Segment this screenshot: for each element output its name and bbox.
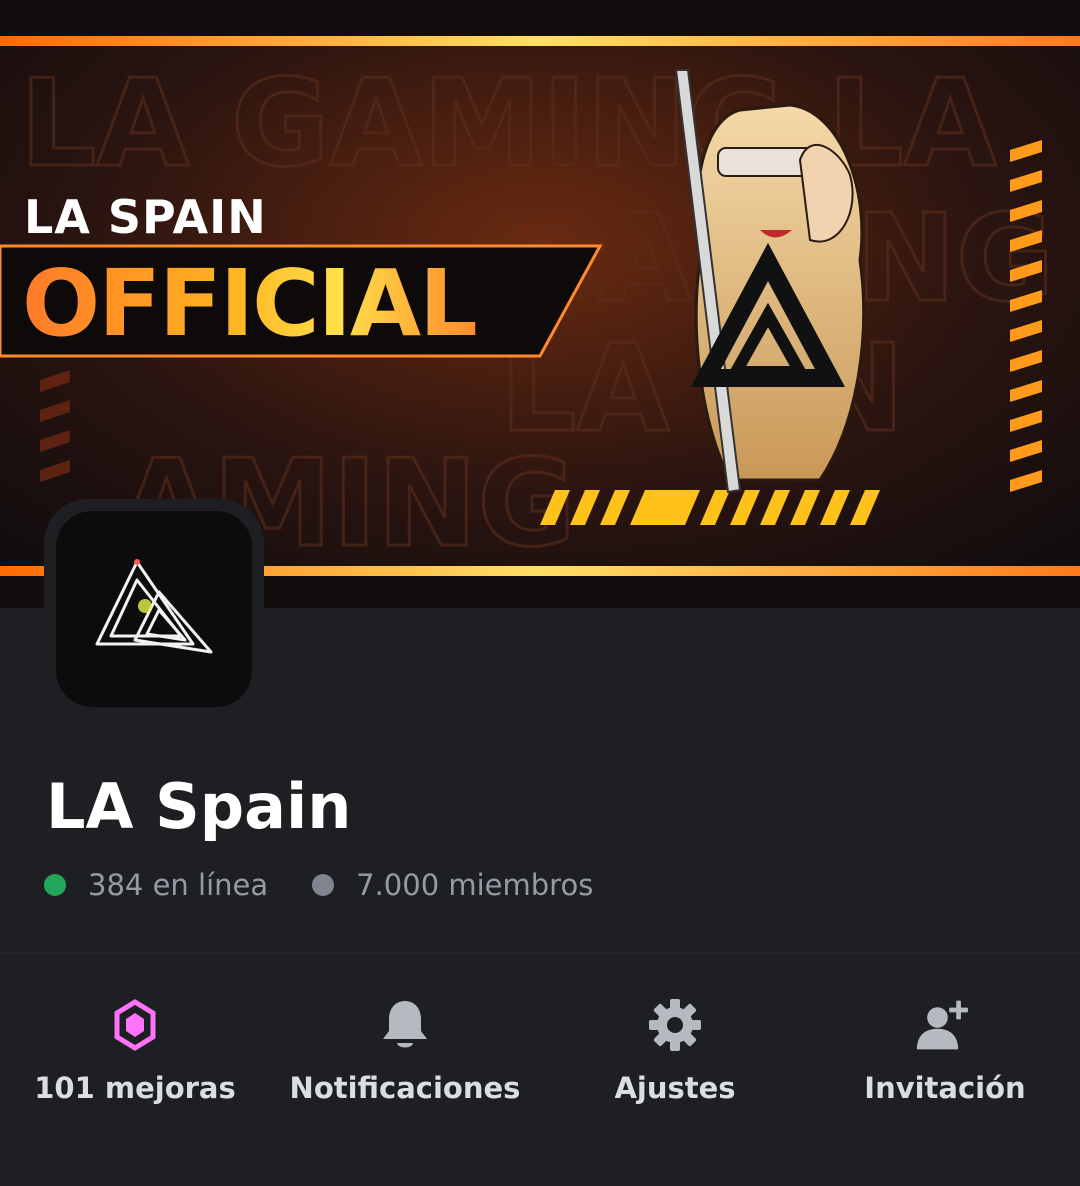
invite-label: Invitación bbox=[864, 1071, 1026, 1105]
online-count: 384 en línea bbox=[44, 868, 268, 902]
server-stats: 384 en línea 7.000 miembros bbox=[44, 868, 593, 902]
banner-title-small: LA SPAIN bbox=[24, 190, 267, 244]
add-user-icon bbox=[915, 995, 975, 1055]
member-count-text: 7.000 miembros bbox=[356, 868, 594, 902]
banner-title-big: OFFICIAL bbox=[22, 250, 478, 357]
online-count-text: 384 en línea bbox=[88, 868, 269, 902]
bell-icon bbox=[375, 995, 435, 1055]
notifications-label: Notificaciones bbox=[289, 1071, 521, 1105]
server-name: LA Spain bbox=[46, 770, 352, 843]
settings-button[interactable]: Ajustes bbox=[540, 955, 810, 1186]
la-logo-icon bbox=[95, 559, 213, 654]
server-icon-frame bbox=[44, 499, 264, 719]
server-icon[interactable] bbox=[56, 511, 252, 707]
members-dot-icon bbox=[312, 874, 335, 896]
member-count: 7.000 miembros bbox=[312, 868, 593, 902]
gear-icon bbox=[645, 995, 705, 1055]
server-actions: 101 mejoras Notificaciones Ajustes Invit… bbox=[0, 955, 1080, 1186]
boosts-label: 101 mejoras bbox=[34, 1071, 236, 1105]
notifications-button[interactable]: Notificaciones bbox=[270, 955, 540, 1186]
online-dot-icon bbox=[44, 874, 66, 896]
boosts-button[interactable]: 101 mejoras bbox=[0, 955, 270, 1186]
invite-button[interactable]: Invitación bbox=[810, 955, 1080, 1186]
boost-gem-icon bbox=[105, 995, 165, 1055]
divider bbox=[0, 952, 1080, 954]
settings-label: Ajustes bbox=[614, 1071, 736, 1105]
